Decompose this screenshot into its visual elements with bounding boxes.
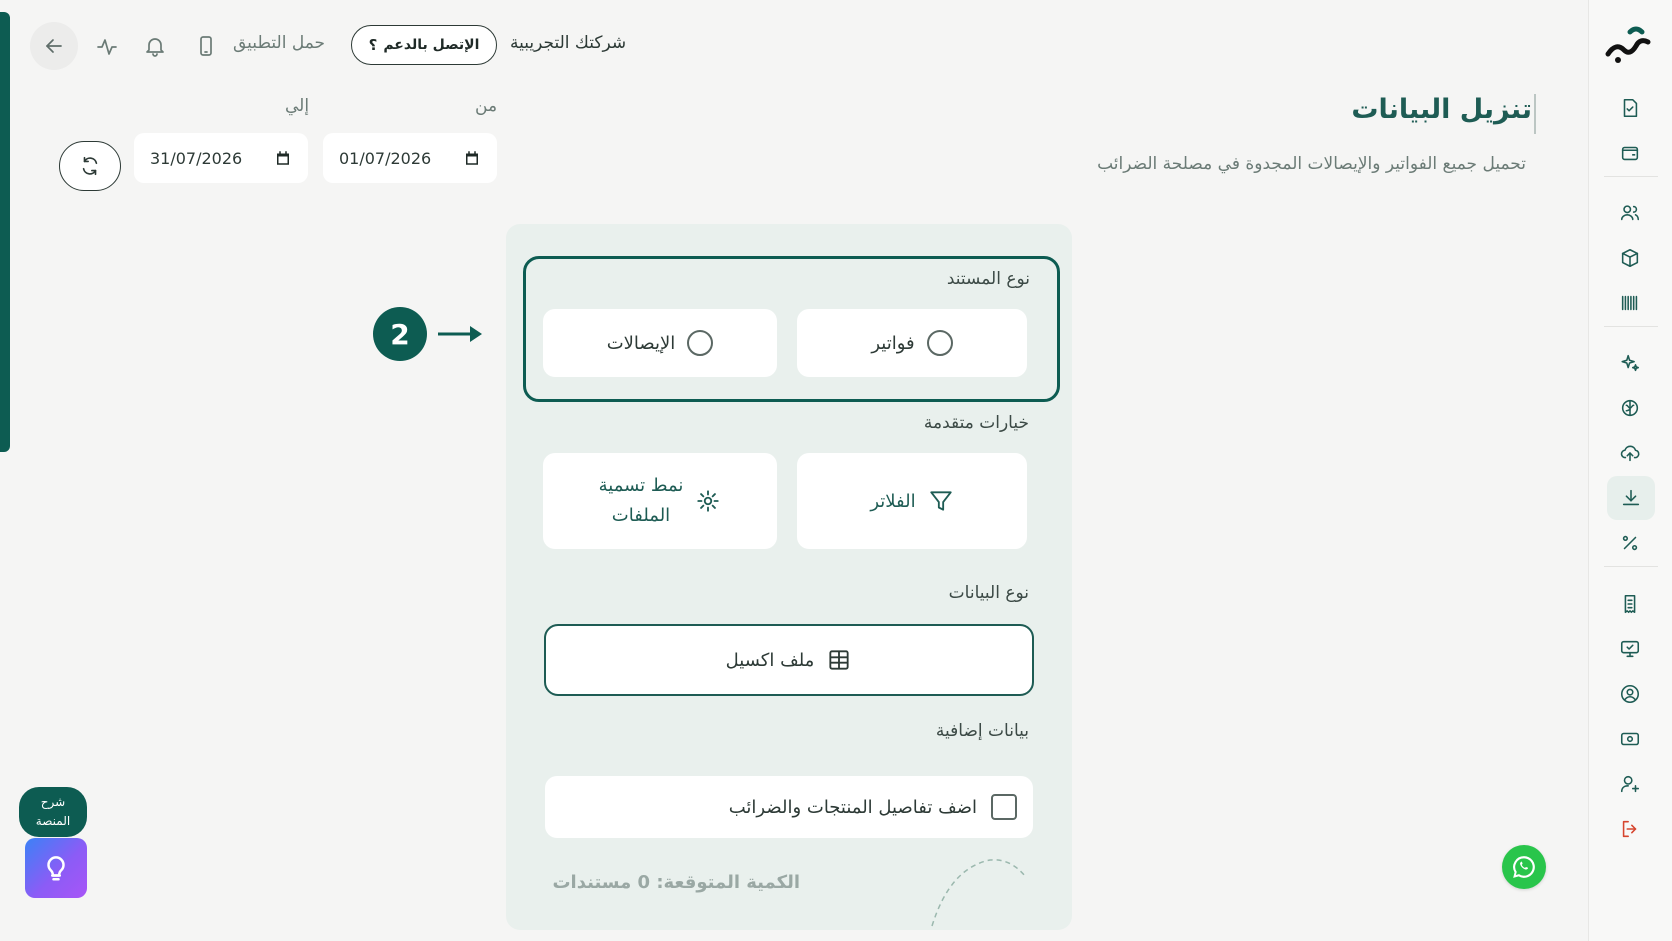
receipts-radio[interactable]: [687, 330, 714, 356]
calendar-icon[interactable]: [274, 149, 292, 167]
box-icon[interactable]: [1610, 238, 1650, 278]
receipts-option[interactable]: الإيصالات: [543, 309, 777, 377]
page-title: تنزيل البيانات: [1351, 94, 1532, 125]
to-date-label: إلي: [285, 96, 310, 116]
cash-icon[interactable]: [1610, 719, 1650, 759]
step-number-badge: 2: [373, 307, 427, 361]
platform-tour-line2: المنصة: [35, 814, 71, 828]
left-accent-bar: [0, 12, 10, 452]
percent-icon[interactable]: [1610, 523, 1650, 563]
document-type-label: نوع المستند: [946, 269, 1030, 289]
text-cursor: [1534, 94, 1536, 134]
sidebar-divider: [1604, 326, 1658, 327]
barcode-icon[interactable]: [1610, 283, 1650, 323]
from-date-label: من: [475, 96, 498, 116]
sidebar-divider: [1604, 176, 1658, 177]
lightbulb-icon: [47, 856, 65, 881]
logout-icon[interactable]: [1610, 809, 1650, 849]
advanced-options-label: خيارات متقدمة: [923, 413, 1029, 433]
document-check-icon[interactable]: [1610, 88, 1650, 128]
phone-icon[interactable]: [191, 31, 221, 61]
arrow-right-icon: [438, 326, 482, 342]
back-arrow-button[interactable]: [30, 22, 78, 70]
file-naming-line2: الملفات: [611, 505, 671, 526]
question-icon: ؟: [368, 36, 378, 54]
bell-icon[interactable]: [140, 31, 170, 61]
brain-icon[interactable]: [1610, 388, 1650, 428]
page-subtitle: تحميل جميع الفواتير والإيصالات المجدوة ف…: [1097, 154, 1526, 174]
excel-file-option[interactable]: ملف اكسيل: [544, 624, 1034, 696]
sparkle-icon[interactable]: [1610, 343, 1650, 383]
contact-support-button[interactable]: الإتصل بالدعم ؟: [351, 25, 497, 65]
app-logo[interactable]: [1604, 20, 1654, 68]
product-tax-details-row[interactable]: اضف تفاصيل المنتجات والضرائب: [545, 776, 1033, 838]
download-icon[interactable]: [1607, 476, 1655, 520]
users-icon[interactable]: [1610, 193, 1650, 233]
filters-button[interactable]: الفلاتر: [797, 453, 1027, 549]
activity-icon[interactable]: [92, 32, 122, 62]
file-naming-line1: نمط تسمية: [598, 475, 684, 496]
arrow-left-icon: [46, 39, 62, 53]
whatsapp-icon: [1513, 856, 1535, 878]
invoices-option[interactable]: فواتير: [797, 309, 1027, 377]
file-naming-button[interactable]: نمط تسمية الملفات: [543, 453, 777, 549]
company-name: شركتك التجريبية: [510, 33, 627, 53]
sidebar-divider: [1604, 566, 1658, 567]
monitor-check-icon[interactable]: [1610, 629, 1650, 669]
platform-tour-line1: شرح: [40, 795, 66, 809]
to-date-value: 31/07/2026: [150, 148, 243, 168]
filters-label: الفلاتر: [870, 490, 916, 512]
tips-button[interactable]: [25, 838, 87, 898]
support-button-label: الإتصل بالدعم: [383, 37, 480, 53]
excel-file-label: ملف اكسيل: [725, 649, 815, 671]
invoices-option-label: فواتير: [871, 332, 915, 354]
download-app-link[interactable]: حمل التطبيق: [233, 33, 325, 53]
data-type-label: نوع البيانات: [948, 583, 1029, 603]
cloud-upload-icon[interactable]: [1610, 433, 1650, 473]
refresh-icon: [82, 156, 98, 176]
spreadsheet-icon: [829, 650, 849, 670]
decorative-curve: [931, 859, 1026, 927]
user-circle-icon[interactable]: [1610, 674, 1650, 714]
platform-tour-button[interactable]: شرح المنصة: [19, 787, 87, 837]
invoices-radio[interactable]: [926, 330, 953, 356]
expected-count-text: الكمية المتوقعة: 0 مستندات: [552, 872, 800, 893]
calendar-icon[interactable]: [463, 149, 481, 167]
filter-icon: [929, 491, 952, 511]
to-date-input[interactable]: 31/07/2026: [134, 133, 308, 183]
refresh-button[interactable]: [59, 141, 121, 191]
from-date-value: 01/07/2026: [339, 148, 432, 168]
additional-data-label: بيانات إضافية: [935, 721, 1029, 741]
product-tax-details-label: اضف تفاصيل المنتجات والضرائب: [728, 796, 977, 818]
whatsapp-button[interactable]: [1502, 845, 1546, 889]
receipts-option-label: الإيصالات: [606, 332, 676, 354]
file-naming-label: نمط تسمية الملفات: [599, 471, 684, 531]
product-tax-details-checkbox[interactable]: [991, 794, 1017, 820]
from-date-input[interactable]: 01/07/2026: [323, 133, 497, 183]
wallet-icon[interactable]: [1610, 133, 1650, 173]
gear-icon: [697, 490, 720, 512]
user-add-icon[interactable]: [1610, 764, 1650, 804]
receipt-icon[interactable]: [1610, 584, 1650, 624]
